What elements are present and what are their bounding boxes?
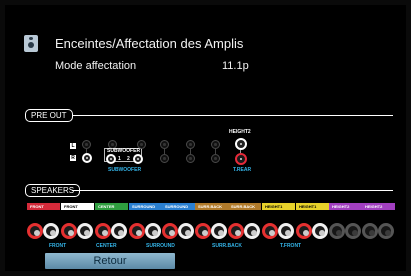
speaker-band: FRONT [61,203,94,210]
speaker-terminal [61,223,77,239]
front-caption: FRONT [49,243,67,249]
speaker-terminal [345,223,361,239]
subwoofer-2-jack [133,154,143,164]
speaker-terminal [329,223,345,239]
speaker-band: SURROUND [162,203,195,210]
speaker-band: HEIGHT1 [262,203,295,210]
preout-jack [186,154,195,163]
speaker-terminal [228,223,244,239]
speaker-terminal [111,223,127,239]
sub-number-2: 2 [127,156,130,162]
preout-jack [211,154,220,163]
speaker-band: SURROUND [129,203,162,210]
preout-front-l-jack [82,140,91,149]
right-marker: R [70,155,76,161]
mode-label: Mode affectation [55,60,137,72]
speaker-terminal [195,223,211,239]
surround-caption: SURROUND [146,243,175,249]
speaker-terminal [378,223,394,239]
speaker-terminal [312,223,328,239]
speaker-terminal [262,223,278,239]
speaker-band: SURR.BACK [228,203,261,210]
speaker-band: HEIGHT2 [329,203,362,210]
speaker-terminal [244,223,260,239]
preout-jack [160,140,169,149]
height2-r-jack [235,153,247,165]
surr-back-caption: SURR.BACK [212,243,242,249]
center-caption: CENTER [96,243,117,249]
speaker-band: CENTER [95,203,128,210]
speaker-band: HEIGHT1 [296,203,329,210]
speaker-terminal [27,223,43,239]
speaker-terminal [77,223,93,239]
pre-out-label: PRE OUT [25,109,73,122]
speaker-terminal [296,223,312,239]
speakers-divider [72,190,393,191]
subwoofer-caption: SUBWOOFER [108,167,142,173]
speaker-terminal [278,223,294,239]
speaker-terminal [162,223,178,239]
speaker-band: FRONT [27,203,60,210]
pre-out-divider [72,115,393,116]
preout-jack [137,140,146,149]
speaker-band: HEIGHT2 [362,203,395,210]
trear-caption: T.REAR [233,167,252,173]
subwoofer-1-jack [106,154,116,164]
speaker-terminal [129,223,145,239]
preout-jack [186,140,195,149]
speaker-terminal [178,223,194,239]
speaker-terminal [43,223,59,239]
left-marker: L [70,143,76,149]
speaker-terminal [362,223,378,239]
preout-jack [160,154,169,163]
page-title: Enceintes/Affectation des Amplis [55,36,244,51]
preout-jack [211,140,220,149]
speaker-icon [24,35,38,52]
mode-value: 11.1p [222,60,249,72]
sub-number-1: 1 [118,156,121,162]
speaker-terminal [211,223,227,239]
speaker-terminal [145,223,161,239]
speaker-band: SURR.BACK [195,203,228,210]
height2-label: HEIGHT2 [229,129,251,135]
speaker-terminal [95,223,111,239]
back-button[interactable]: Retour [45,253,175,269]
t-front-caption: T.FRONT [280,243,302,249]
preout-jack-active [82,153,92,163]
height2-l-jack [235,138,247,150]
